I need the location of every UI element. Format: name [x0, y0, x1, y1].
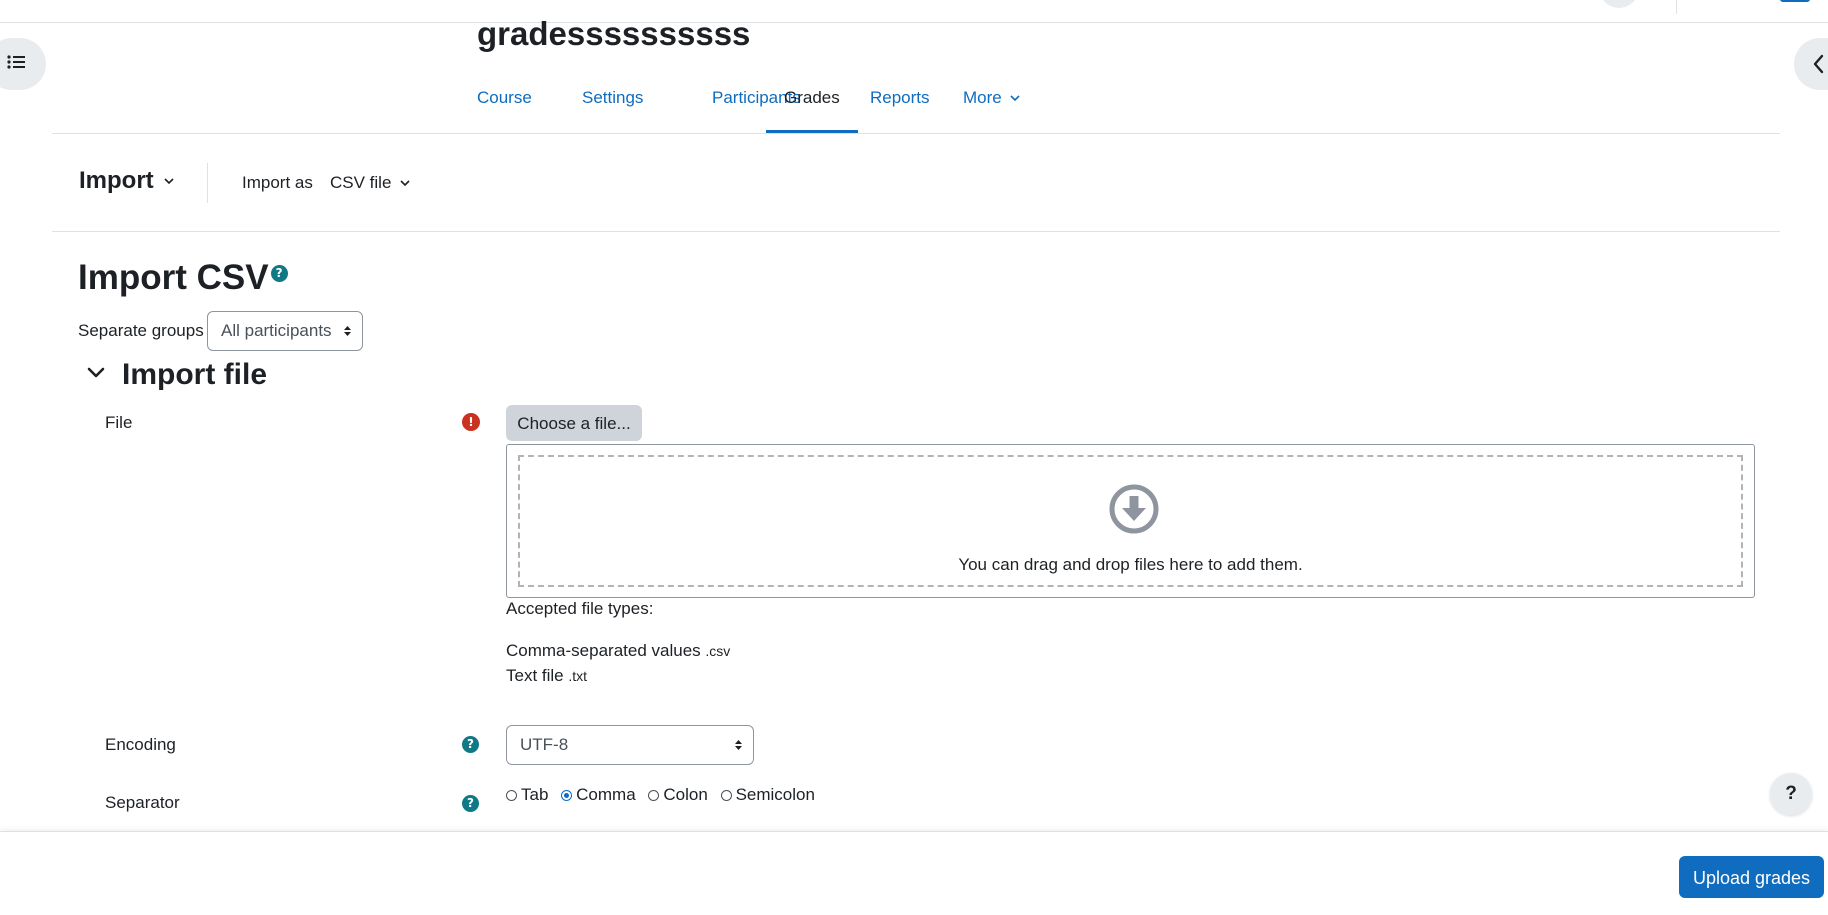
tab-course[interactable]: Course: [459, 76, 550, 133]
tab-label: Course: [477, 88, 532, 107]
encoding-label: Encoding: [105, 735, 176, 754]
chevron-left-icon: [1813, 54, 1824, 74]
help-button[interactable]: ?: [1770, 773, 1812, 815]
radio-dot[interactable]: [720, 790, 732, 801]
accepted-type-item: Comma-separated values .csv: [506, 641, 730, 661]
tab-more[interactable]: More: [945, 76, 1038, 133]
separator-radio-comma[interactable]: Comma: [561, 785, 636, 805]
help-icon[interactable]: ?: [270, 265, 288, 283]
edit-mode-toggle[interactable]: [1780, 0, 1810, 2]
encoding-select[interactable]: UTF-8: [506, 725, 754, 765]
tab-reports[interactable]: Reports: [852, 76, 948, 133]
page-title-text: Import CSV: [78, 258, 269, 297]
choose-file-button[interactable]: Choose a file...: [506, 405, 642, 441]
radio-label: Semicolon: [735, 785, 815, 804]
user-avatar[interactable]: [1600, 0, 1638, 8]
section-title: Import file: [122, 358, 268, 391]
chevron-down-icon: [164, 178, 174, 185]
import-as-label: Import as: [242, 173, 313, 192]
file-type-name: Comma-separated values: [506, 641, 701, 660]
separator-label: Separator: [105, 793, 180, 812]
course-secondary-nav: Course Settings Participants Grades Repo…: [52, 76, 1780, 134]
download-arrow-circle-icon: [1109, 484, 1159, 534]
tertiary-divider: [207, 163, 208, 203]
import-format-value: CSV file: [330, 173, 392, 192]
radio-dot[interactable]: [506, 790, 517, 801]
file-dropzone[interactable]: You can drag and drop files here to add …: [506, 444, 1755, 598]
upload-grades-button[interactable]: Upload grades: [1679, 856, 1824, 898]
radio-dot[interactable]: [561, 790, 573, 801]
tab-label: Settings: [582, 88, 644, 107]
encoding-value: UTF-8: [520, 735, 569, 754]
help-icon[interactable]: ?: [462, 795, 479, 812]
tab-label: More: [963, 88, 1002, 107]
separator-radio-group: Tab Comma Colon Semicolon: [506, 785, 823, 805]
radio-label: Tab: [521, 785, 549, 804]
tab-label: Reports: [870, 88, 930, 107]
help-icon[interactable]: ?: [462, 736, 479, 753]
radio-dot[interactable]: [648, 790, 660, 801]
separator-radio-tab[interactable]: Tab: [506, 785, 548, 805]
radio-label: Comma: [576, 785, 636, 804]
block-drawer-toggle[interactable]: [1794, 38, 1828, 90]
course-title: gradessssssssss: [477, 15, 751, 52]
top-navbar: [0, 0, 1828, 23]
page-title: Import CSV?: [78, 254, 288, 302]
select-arrows-icon: [735, 740, 742, 750]
file-type-ext: .csv: [705, 643, 731, 659]
chevron-down-icon: [87, 367, 105, 378]
accepted-types-title: Accepted file types:: [506, 599, 654, 618]
import-menu-label: Import: [79, 167, 154, 194]
chevron-down-icon: [1010, 95, 1021, 102]
separate-groups-label: Separate groups: [78, 321, 204, 340]
file-type-ext: .txt: [568, 668, 588, 684]
chevron-down-icon: [400, 180, 410, 187]
tab-grades[interactable]: Grades: [766, 76, 858, 133]
dropzone-area[interactable]: You can drag and drop files here to add …: [518, 455, 1743, 587]
separator-radio-colon[interactable]: Colon: [648, 785, 708, 805]
import-menu-button[interactable]: Import: [79, 167, 174, 195]
select-arrows-icon: [344, 326, 351, 336]
separate-groups-select[interactable]: All participants: [207, 311, 363, 351]
navbar-divider: [1676, 0, 1677, 14]
list-icon: [7, 54, 25, 75]
separate-groups-value: All participants: [221, 321, 332, 340]
file-type-name: Text file: [506, 666, 564, 685]
course-index-toggle[interactable]: [0, 38, 46, 90]
tab-label: Grades: [784, 88, 840, 107]
dropzone-text: You can drag and drop files here to add …: [958, 555, 1303, 574]
file-label: File: [105, 413, 133, 432]
radio-label: Colon: [663, 785, 708, 804]
tab-settings[interactable]: Settings: [564, 76, 661, 133]
separator-radio-semicolon[interactable]: Semicolon: [720, 785, 815, 805]
tertiary-navigation: Import Import as CSV file: [52, 133, 1780, 232]
accepted-type-item: Text file .txt: [506, 666, 587, 686]
required-icon: !: [462, 413, 480, 431]
sticky-footer: Upload grades: [0, 831, 1828, 915]
import-format-dropdown[interactable]: CSV file: [330, 173, 410, 193]
